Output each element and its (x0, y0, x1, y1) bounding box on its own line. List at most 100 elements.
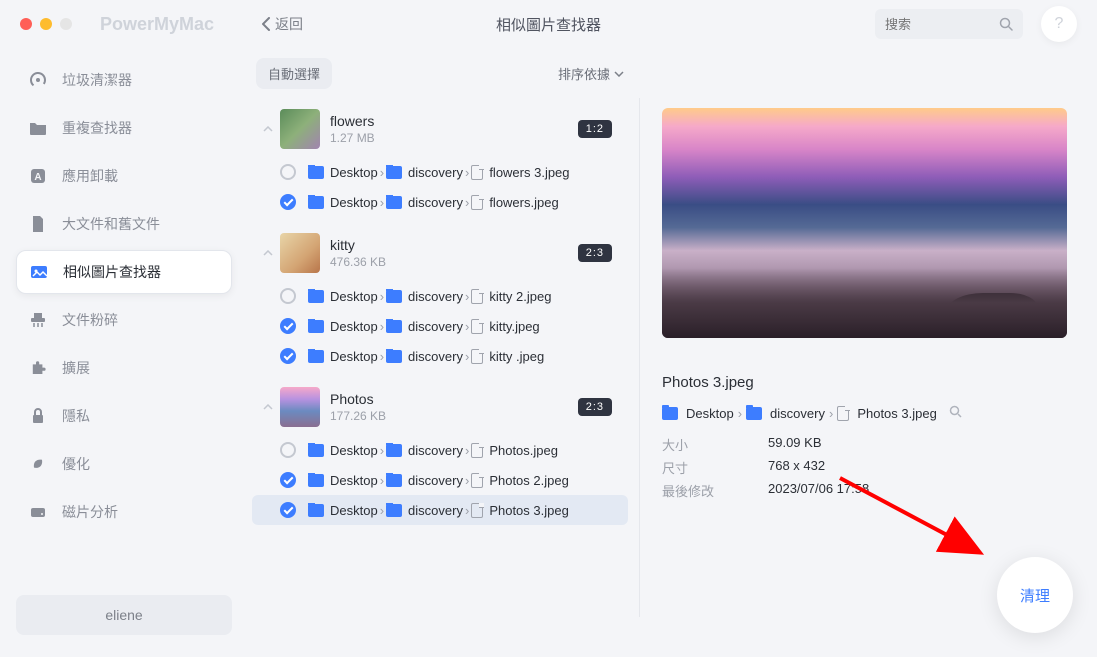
minimize-window[interactable] (40, 18, 52, 30)
collapse-icon[interactable] (256, 404, 280, 410)
preview-image (662, 108, 1067, 338)
maximize-window[interactable] (60, 18, 72, 30)
file-row[interactable]: Desktop › discovery › kitty .jpeg (252, 341, 628, 371)
folder-icon (308, 504, 324, 517)
sidebar-item-label: 磁片分析 (62, 502, 118, 522)
sidebar-item-label: 文件粉碎 (62, 310, 118, 330)
file-icon (837, 406, 849, 421)
meta-value: 2023/07/06 17:58 (768, 481, 869, 500)
file-row[interactable]: Desktop › discovery › Photos 3.jpeg (252, 495, 628, 525)
close-window[interactable] (20, 18, 32, 30)
file-checkbox[interactable] (280, 502, 296, 518)
group-name: Photos (330, 391, 578, 407)
shredder-icon (28, 310, 48, 330)
sidebar-item-privacy[interactable]: 隱私 (16, 394, 232, 438)
file-icon (471, 503, 483, 518)
file-row[interactable]: Desktop › discovery › flowers.jpeg (252, 187, 628, 217)
puzzle-icon (28, 358, 48, 378)
group-header[interactable]: flowers 1.27 MB 1:2 (252, 101, 628, 157)
collapse-icon[interactable] (256, 250, 280, 256)
file-checkbox[interactable] (280, 472, 296, 488)
meta-label: 最後修改 (662, 481, 768, 500)
file-row[interactable]: Desktop › discovery › Photos 2.jpeg (252, 465, 628, 495)
sidebar-item-extensions[interactable]: 擴展 (16, 346, 232, 390)
file-path: Desktop › discovery › flowers 3.jpeg (308, 165, 570, 180)
document-icon (28, 214, 48, 234)
user-pill[interactable]: eliene (16, 595, 232, 635)
file-row[interactable]: Desktop › discovery › kitty 2.jpeg (252, 281, 628, 311)
file-icon (471, 165, 483, 180)
file-checkbox[interactable] (280, 288, 296, 304)
group-size: 177.26 KB (330, 409, 578, 423)
back-label: 返回 (275, 14, 303, 34)
meta-label: 大小 (662, 435, 768, 454)
selection-badge: 2:3 (578, 244, 612, 262)
sort-label: 排序依據 (558, 64, 610, 83)
sidebar-item-disk[interactable]: 磁片分析 (16, 490, 232, 534)
sidebar-item-similar-images[interactable]: 相似圖片查找器 (16, 250, 232, 294)
image-group: kitty 476.36 KB 2:3Desktop › discovery ›… (252, 225, 628, 371)
disk-icon (28, 502, 48, 522)
folder-icon (308, 166, 324, 179)
sidebar-item-label: 大文件和舊文件 (62, 214, 160, 234)
sidebar-item-shredder[interactable]: 文件粉碎 (16, 298, 232, 342)
chevron-down-icon (614, 71, 624, 77)
collapse-icon[interactable] (256, 126, 280, 132)
chevron-left-icon (262, 17, 271, 31)
group-name: kitty (330, 237, 578, 253)
search-box[interactable] (875, 9, 1023, 39)
selection-badge: 1:2 (578, 120, 612, 138)
preview-path: Desktop › discovery › Photos 3.jpeg (662, 405, 1067, 421)
file-checkbox[interactable] (280, 164, 296, 180)
sidebar-item-label: 優化 (62, 454, 90, 474)
sidebar: 垃圾清潔器 重複查找器 A 應用卸載 大文件和舊文件 相似圖片查找器 文件粉碎 … (0, 48, 240, 657)
back-button[interactable]: 返回 (262, 14, 303, 34)
meta-row: 尺寸768 x 432 (662, 458, 1067, 477)
folder-icon (386, 444, 402, 457)
app-icon: A (28, 166, 48, 186)
image-group: Photos 177.26 KB 2:3 Desktop › discovery … (252, 379, 628, 525)
lock-icon (28, 406, 48, 426)
auto-select-button[interactable]: 自動選擇 (256, 58, 332, 89)
folder-icon (308, 444, 324, 457)
file-icon (471, 349, 483, 364)
file-path: Desktop › discovery › Photos.jpeg (308, 443, 558, 458)
file-checkbox[interactable] (280, 348, 296, 364)
sidebar-item-label: 相似圖片查找器 (63, 262, 161, 282)
help-button[interactable]: ? (1041, 6, 1077, 42)
magnify-icon[interactable] (949, 405, 962, 421)
sidebar-item-label: 重複查找器 (62, 118, 132, 138)
image-group: flowers 1.27 MB 1:2 Desktop › discovery ›… (252, 101, 628, 217)
search-input[interactable] (885, 17, 999, 32)
sidebar-item-junk[interactable]: 垃圾清潔器 (16, 58, 232, 102)
folder-icon (662, 407, 678, 420)
sort-dropdown[interactable]: 排序依據 (558, 64, 624, 83)
folder-icon (746, 407, 762, 420)
sidebar-item-uninstaller[interactable]: A 應用卸載 (16, 154, 232, 198)
sidebar-item-label: 擴展 (62, 358, 90, 378)
folder-icon (308, 290, 324, 303)
sidebar-item-duplicate[interactable]: 重複查找器 (16, 106, 232, 150)
file-icon (471, 443, 483, 458)
meta-row: 大小59.09 KB (662, 435, 1067, 454)
folder-icon (386, 504, 402, 517)
file-checkbox[interactable] (280, 194, 296, 210)
file-path: Desktop › discovery › Photos 2.jpeg (308, 473, 569, 488)
file-path: Desktop › discovery › Photos 3.jpeg (308, 503, 569, 518)
folder-icon (386, 474, 402, 487)
group-header[interactable]: kitty 476.36 KB 2:3 (252, 225, 628, 281)
file-checkbox[interactable] (280, 318, 296, 334)
file-checkbox[interactable] (280, 442, 296, 458)
file-icon (471, 289, 483, 304)
app-name: PowerMyMac (100, 14, 214, 35)
folder-icon (308, 474, 324, 487)
group-size: 1.27 MB (330, 131, 578, 145)
file-row[interactable]: Desktop › discovery › flowers 3.jpeg (252, 157, 628, 187)
group-header[interactable]: Photos 177.26 KB 2:3 (252, 379, 628, 435)
file-row[interactable]: Desktop › discovery › kitty.jpeg (252, 311, 628, 341)
sidebar-item-optimize[interactable]: 優化 (16, 442, 232, 486)
meta-value: 59.09 KB (768, 435, 822, 454)
sidebar-item-large-old[interactable]: 大文件和舊文件 (16, 202, 232, 246)
clean-button[interactable]: 清理 (997, 557, 1073, 633)
file-row[interactable]: Desktop › discovery › Photos.jpeg (252, 435, 628, 465)
